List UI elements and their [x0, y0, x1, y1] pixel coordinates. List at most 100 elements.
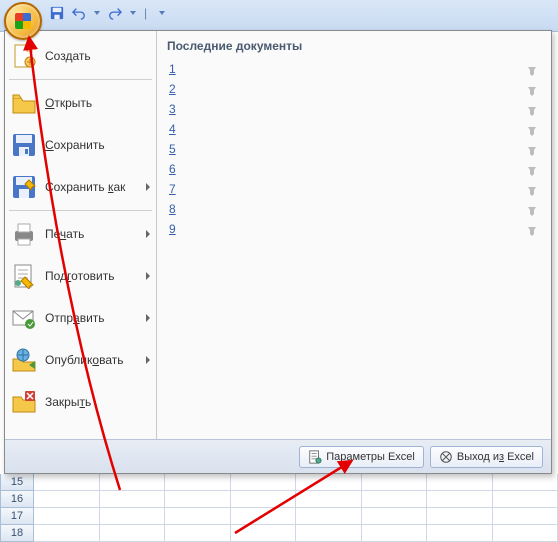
pin-icon[interactable]	[525, 202, 539, 216]
cell[interactable]	[427, 508, 493, 525]
sheet-row[interactable]: 17	[0, 508, 558, 525]
cell[interactable]	[100, 525, 166, 542]
options-button[interactable]: Параметры Excel	[299, 446, 424, 468]
save-disk-icon	[11, 132, 37, 158]
menu-item-save-as[interactable]: Сохранить как	[5, 166, 156, 208]
menu-item-label: Сохранить	[45, 138, 150, 152]
pin-icon[interactable]	[525, 62, 539, 76]
title-bar: |	[0, 0, 558, 32]
redo-dropdown-icon[interactable]	[130, 11, 136, 15]
new-doc-icon	[11, 43, 37, 69]
cell[interactable]	[34, 508, 100, 525]
row-header[interactable]: 17	[0, 508, 34, 525]
row-header[interactable]: 15	[0, 474, 34, 491]
send-icon	[11, 305, 37, 331]
cell[interactable]	[100, 491, 166, 508]
pin-icon[interactable]	[525, 142, 539, 156]
recent-item[interactable]: 6	[167, 159, 541, 179]
recent-item[interactable]: 5	[167, 139, 541, 159]
submenu-arrow-icon	[146, 314, 150, 322]
pin-icon[interactable]	[525, 222, 539, 236]
sheet-row[interactable]: 18	[0, 525, 558, 542]
save-as-icon	[11, 174, 37, 200]
cell[interactable]	[362, 491, 428, 508]
recent-item[interactable]: 4	[167, 119, 541, 139]
menu-item-label: Опубликовать	[45, 353, 142, 367]
cell[interactable]	[427, 525, 493, 542]
cell[interactable]	[34, 474, 100, 491]
menu-item-close-doc[interactable]: Закрыть	[5, 381, 156, 423]
menu-item-send[interactable]: Отправить	[5, 297, 156, 339]
undo-icon[interactable]	[72, 6, 86, 20]
pin-icon[interactable]	[525, 82, 539, 96]
recent-number: 8	[169, 202, 187, 216]
cell[interactable]	[296, 491, 362, 508]
pin-icon[interactable]	[525, 122, 539, 136]
menu-item-new-doc[interactable]: Создать	[5, 35, 156, 77]
cell[interactable]	[296, 474, 362, 491]
pin-icon[interactable]	[525, 102, 539, 116]
cell[interactable]	[296, 525, 362, 542]
menu-item-label: Закрыть	[45, 395, 150, 409]
cell[interactable]	[493, 491, 558, 508]
cell[interactable]	[165, 508, 231, 525]
sheet-row[interactable]: 15	[0, 474, 558, 491]
save-icon[interactable]	[50, 6, 64, 20]
print-icon	[11, 221, 37, 247]
cell[interactable]	[100, 508, 166, 525]
cell[interactable]	[165, 491, 231, 508]
cell[interactable]	[165, 525, 231, 542]
menu-item-label: Отправить	[45, 311, 142, 325]
recent-number: 7	[169, 182, 187, 196]
menu-item-save-disk[interactable]: Сохранить	[5, 124, 156, 166]
cell[interactable]	[231, 491, 297, 508]
recent-documents-pane: Последние документы 1 2 3 4 5 6 7 8 9	[157, 31, 551, 439]
cell[interactable]	[34, 491, 100, 508]
cell[interactable]	[362, 525, 428, 542]
pin-icon[interactable]	[525, 182, 539, 196]
cell[interactable]	[231, 474, 297, 491]
recent-item[interactable]: 7	[167, 179, 541, 199]
cell[interactable]	[165, 474, 231, 491]
sheet-row[interactable]: 16	[0, 491, 558, 508]
menu-item-print[interactable]: Печать	[5, 213, 156, 255]
cell[interactable]	[493, 508, 558, 525]
worksheet[interactable]: 15161718	[0, 474, 558, 542]
exit-button[interactable]: Выход из Excel	[430, 446, 543, 468]
row-header[interactable]: 18	[0, 525, 34, 542]
recent-heading: Последние документы	[167, 39, 541, 53]
menu-item-label: Сохранить как	[45, 180, 142, 194]
office-button[interactable]	[4, 2, 42, 40]
close-doc-icon	[11, 389, 37, 415]
recent-number: 6	[169, 162, 187, 176]
recent-item[interactable]: 9	[167, 219, 541, 239]
cell[interactable]	[493, 525, 558, 542]
row-header[interactable]: 16	[0, 491, 34, 508]
cell[interactable]	[296, 508, 362, 525]
submenu-arrow-icon	[146, 183, 150, 191]
recent-item[interactable]: 3	[167, 99, 541, 119]
menu-item-publish[interactable]: Опубликовать	[5, 339, 156, 381]
qat-customize-icon[interactable]	[159, 11, 165, 15]
recent-number: 5	[169, 142, 187, 156]
undo-dropdown-icon[interactable]	[94, 11, 100, 15]
menu-item-open-folder[interactable]: Открыть	[5, 82, 156, 124]
recent-item[interactable]: 2	[167, 79, 541, 99]
cell[interactable]	[231, 525, 297, 542]
cell[interactable]	[427, 491, 493, 508]
cell[interactable]	[231, 508, 297, 525]
office-menu: Создать Открыть Сохранить Сохранить как Печа…	[4, 30, 552, 474]
cell[interactable]	[427, 474, 493, 491]
cell[interactable]	[34, 525, 100, 542]
redo-icon[interactable]	[108, 6, 122, 20]
recent-number: 2	[169, 82, 187, 96]
menu-item-prepare[interactable]: Подготовить	[5, 255, 156, 297]
cell[interactable]	[362, 474, 428, 491]
recent-number: 3	[169, 102, 187, 116]
cell[interactable]	[100, 474, 166, 491]
pin-icon[interactable]	[525, 162, 539, 176]
cell[interactable]	[493, 474, 558, 491]
cell[interactable]	[362, 508, 428, 525]
recent-item[interactable]: 1	[167, 59, 541, 79]
recent-item[interactable]: 8	[167, 199, 541, 219]
